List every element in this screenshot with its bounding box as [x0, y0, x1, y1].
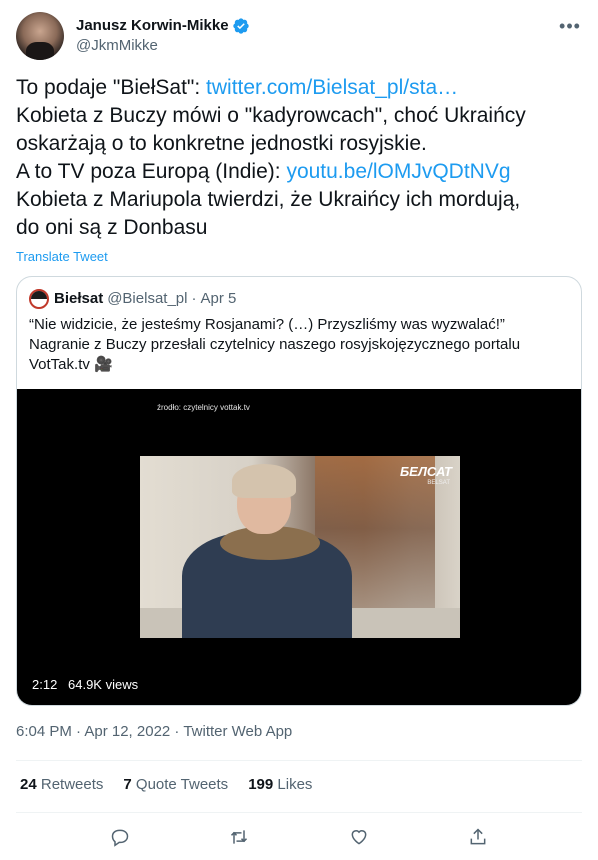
tweet-meta[interactable]: 6:04 PM · Apr 12, 2022 · Twitter Web App [16, 723, 292, 740]
quoted-author-name: Biełsat [54, 290, 104, 307]
retweets-count: 24 [20, 776, 37, 793]
separator-dot: · [191, 290, 197, 307]
author-avatar[interactable] [16, 12, 64, 60]
tweet-line: do oni są z Donbasu [16, 216, 208, 239]
author-display-name[interactable]: Janusz Korwin-Mikke [76, 16, 229, 36]
quoted-tweet-date: Apr 5 [200, 290, 237, 307]
divider [16, 760, 582, 761]
tweet-text-segment: A to TV poza Europą (Indie): [16, 160, 287, 183]
divider [16, 812, 582, 813]
author-names: Janusz Korwin-Mikke @JkmMikke [76, 16, 250, 56]
tweet-line: Kobieta z Mariupola twierdzi, że Ukraińc… [16, 188, 521, 211]
reply-icon[interactable] [109, 826, 131, 848]
likes-count: 199 [248, 776, 274, 793]
share-icon[interactable] [467, 826, 489, 848]
video-source-caption: źrodło: czytelnicy vottak.tv [157, 403, 250, 412]
tweet-stats: 24 Retweets 7 Quote Tweets 199 Likes [20, 776, 332, 793]
likes-stat[interactable]: 199 Likes [248, 776, 312, 793]
tweet-line: oskarżają o to konkretne jednostki rosyj… [16, 132, 427, 155]
tweet-line: Kobieta z Buczy mówi o "kadyrowcach", ch… [16, 104, 526, 127]
video-duration: 2:12 [32, 677, 58, 692]
verified-badge-icon [232, 18, 249, 34]
tweet-link-youtube[interactable]: youtu.be/lOMJvQDtNVg [286, 160, 510, 183]
likes-label: Likes [277, 776, 313, 793]
quoted-tweet-line: VotTak.tv 🎥 [29, 356, 113, 373]
belsat-logo: БЕЛСАТ [399, 464, 452, 479]
author-handle[interactable]: @JkmMikke [76, 36, 250, 56]
quoted-tweet-line: “Nie widzicie, że jesteśmy Rosjanami? (…… [29, 316, 505, 333]
author-name-row: Janusz Korwin-Mikke [76, 16, 250, 36]
retweets-label: Retweets [40, 776, 104, 793]
tweet-line: To podaje "BiełSat": twitter.com/Bielsat… [16, 74, 586, 102]
tweet-body: To podaje "BiełSat": twitter.com/Bielsat… [16, 74, 586, 242]
quoted-author-handle: @Bielsat_pl [107, 290, 188, 307]
video-person-hat [232, 464, 296, 498]
quoted-tweet-text: “Nie widzicie, że jesteśmy Rosjanami? (…… [29, 315, 569, 375]
retweets-stat[interactable]: 24 Retweets [20, 776, 103, 793]
quoted-tweet[interactable]: Biełsat @Bielsat_pl · Apr 5 “Nie widzici… [16, 276, 582, 706]
quoted-tweet-header: Biełsat @Bielsat_pl · Apr 5 [29, 289, 236, 309]
quote-tweets-stat[interactable]: 7 Quote Tweets [123, 776, 228, 793]
tweet-actions [0, 822, 598, 852]
translate-tweet-link[interactable]: Translate Tweet [16, 249, 108, 264]
tweet-link-bielsat[interactable]: twitter.com/Bielsat_pl/sta… [206, 76, 458, 99]
retweet-icon[interactable] [228, 826, 250, 848]
like-icon[interactable] [348, 826, 370, 848]
quoted-tweet-line: Nagranie z Buczy przesłali czytelnicy na… [29, 336, 521, 353]
more-options-icon[interactable]: ••• [558, 14, 582, 38]
video-player[interactable]: źrodło: czytelnicy vottak.tv БЕЛСАТ BELS… [17, 389, 581, 705]
belsat-logo-sub: BELSAT [427, 480, 450, 486]
quote-tweets-label: Quote Tweets [135, 776, 229, 793]
video-views: 64.9K views [68, 677, 139, 692]
quoted-author-avatar [29, 289, 49, 309]
video-frame: БЕЛСАТ BELSAT [140, 456, 460, 638]
tweet-text-segment: To podaje "BiełSat": [16, 76, 207, 99]
tweet-header: Janusz Korwin-Mikke @JkmMikke ••• [16, 12, 582, 60]
tweet-line: A to TV poza Europą (Indie): youtu.be/lO… [16, 158, 586, 186]
quote-tweets-count: 7 [123, 776, 132, 793]
